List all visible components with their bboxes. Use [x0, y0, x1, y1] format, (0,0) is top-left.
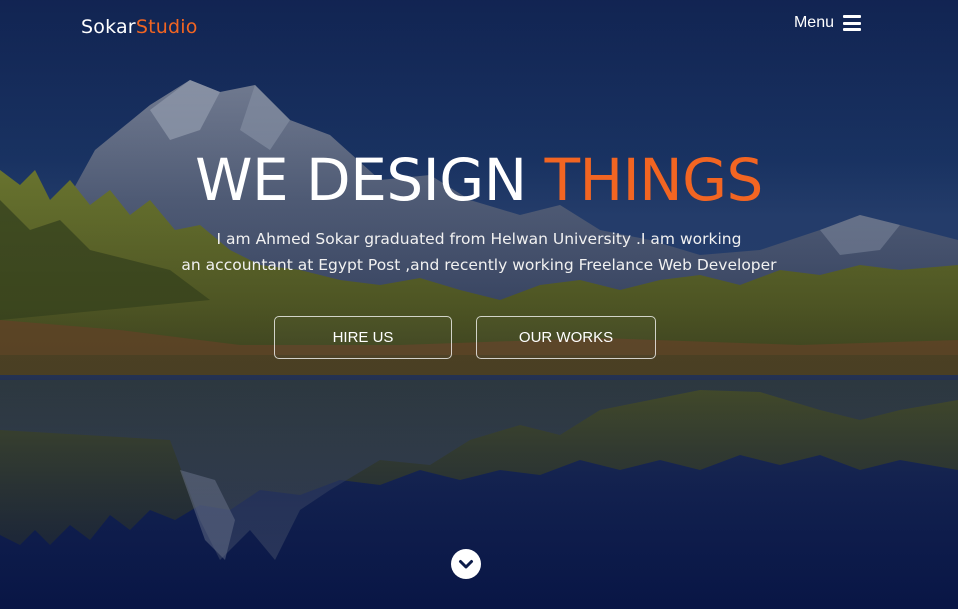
scroll-down-button[interactable]: [451, 549, 481, 579]
brand-logo[interactable]: SokarStudio: [81, 16, 198, 38]
hire-us-button[interactable]: HIRE US: [274, 316, 452, 359]
hero-section: SokarStudio Menu WE DESIGN THINGS I am A…: [0, 0, 958, 609]
hero-content: WE DESIGN THINGS I am Ahmed Sokar gradua…: [0, 142, 958, 278]
hamburger-icon[interactable]: [843, 15, 861, 31]
headline-primary: WE DESIGN: [195, 146, 527, 214]
our-works-button[interactable]: OUR WORKS: [476, 316, 656, 359]
hero-buttons: HIRE US OUR WORKS: [274, 316, 656, 359]
description-line-1: I am Ahmed Sokar graduated from Helwan U…: [216, 230, 742, 248]
brand-accent-text: Studio: [135, 16, 198, 38]
headline-accent: THINGS: [544, 146, 764, 214]
dark-overlay: [0, 0, 958, 609]
description-line-2: an accountant at Egypt Post ,and recentl…: [181, 256, 777, 274]
chevron-down-icon: [459, 560, 473, 569]
menu-toggle[interactable]: Menu: [794, 14, 861, 32]
navbar: SokarStudio Menu: [0, 0, 958, 56]
brand-primary-text: Sokar: [81, 16, 136, 38]
hero-headline: WE DESIGN THINGS: [0, 142, 958, 218]
menu-label: Menu: [793, 14, 834, 31]
hero-description: I am Ahmed Sokar graduated from Helwan U…: [0, 226, 958, 278]
